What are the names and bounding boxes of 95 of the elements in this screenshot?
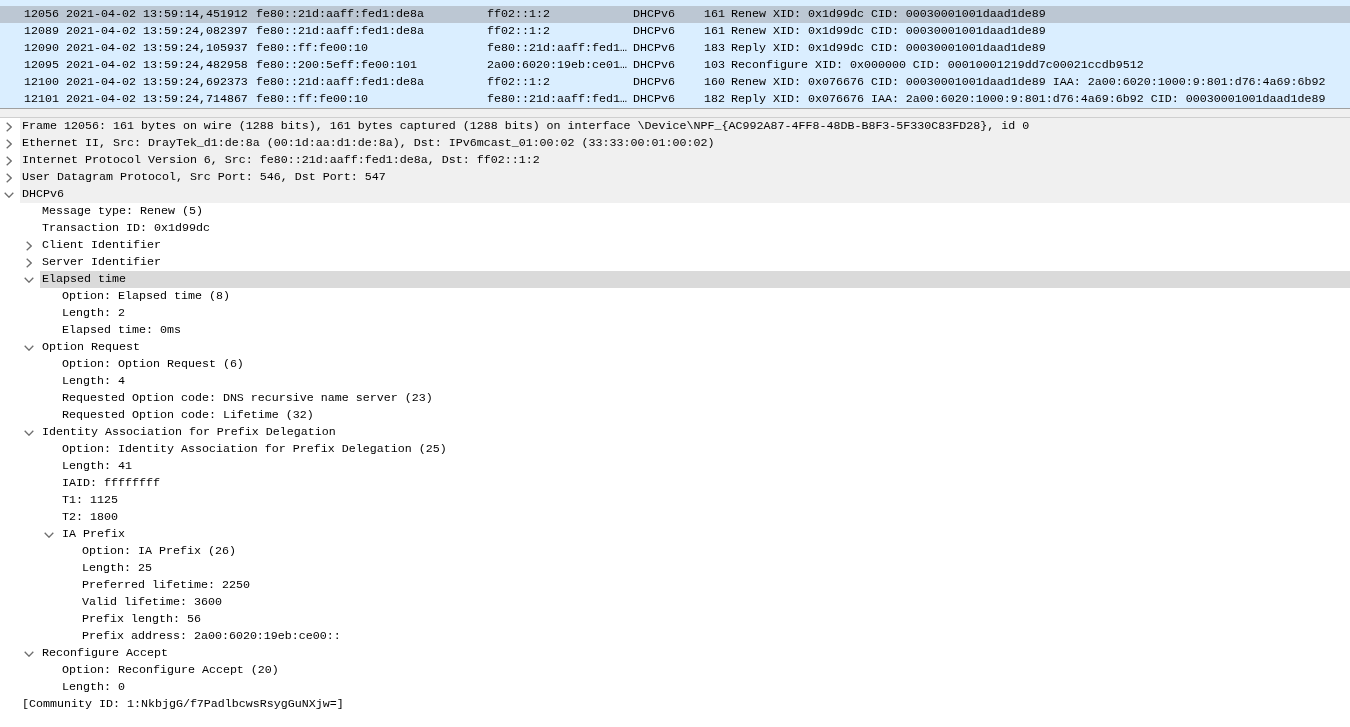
destination-address-text: fe80::21d:aaff:fed1… — [487, 40, 628, 57]
timestamp-text: 2021-04-02 13:59:24,714867 — [66, 91, 249, 108]
destination-address-text: ff02::1:2 — [487, 23, 551, 40]
tree-item[interactable]: Preferred lifetime: 2250 — [80, 577, 252, 594]
packet-number-text: 12101 — [24, 91, 60, 108]
tree-item[interactable]: Option: Reconfigure Accept (20) — [60, 662, 281, 679]
timestamp-text: 2021-04-02 13:59:24,692373 — [66, 74, 249, 91]
destination-address-text: ff02::1:2 — [487, 74, 551, 91]
packet-row[interactable]: 12056 2021-04-02 13:59:14,451912 fe80::21d:aaff:fed1:de8a ff02::1:2 DHCPv6 161 Renew XID: 0x1d99dc CID: 00030001001daad1de89 — [0, 6, 1350, 23]
length-text: 182 — [704, 91, 726, 108]
tree-item[interactable]: Prefix length: 56 — [80, 611, 203, 628]
tree-item[interactable]: Length: 0 — [60, 679, 127, 696]
protocol-text: DHCPv6 — [633, 40, 676, 57]
chevron-right-icon[interactable] — [6, 155, 12, 166]
tree-item[interactable]: Length: 25 — [80, 560, 154, 577]
protocol-tree-item[interactable]: Ethernet II, Src: DrayTek_d1:de:8a (00:1d:aa:d1:de:8a), Dst: IPv6mcast_01:00:02 (33:33:00:01:00:02) — [20, 135, 1350, 152]
tree-item[interactable]: Option Request — [40, 339, 142, 356]
tree-item[interactable]: Requested Option code: DNS recursive name server (23) — [60, 390, 435, 407]
tree-item[interactable]: Option: IA Prefix (26) — [80, 543, 238, 560]
packet-row[interactable]: 12090 2021-04-02 13:59:24,105937 fe80::ff:fe00:10 fe80::21d:aaff:fed1… DHCPv6 183 Reply XID: 0x1d99dc CID: 00030001001daad1de89 — [0, 40, 1350, 57]
tree-item[interactable]: Length: 41 — [60, 458, 134, 475]
tree-item[interactable]: Option: Identity Association for Prefix Delegation (25) — [60, 441, 449, 458]
chevron-right-icon[interactable] — [6, 121, 12, 132]
info-text: Renew XID: 0x1d99dc CID: 00030001001daad1de89 — [731, 23, 1046, 40]
chevron-down-icon[interactable] — [24, 650, 34, 657]
packet-row[interactable]: 12089 2021-04-02 13:59:24,082397 fe80::21d:aaff:fed1:de8a ff02::1:2 DHCPv6 161 Renew XID: 0x1d99dc CID: 00030001001daad1de89 — [0, 23, 1350, 40]
packet-number-text: 12056 — [24, 6, 60, 23]
protocol-text: DHCPv6 — [633, 91, 676, 108]
protocol-text: DHCPv6 — [633, 57, 676, 74]
length-text: 161 — [704, 6, 726, 23]
tree-item[interactable]: Elapsed time — [40, 271, 1350, 288]
destination-address-text: fe80::21d:aaff:fed1… — [487, 91, 628, 108]
packet-row[interactable]: 12095 2021-04-02 13:59:24,482958 fe80::200:5eff:fe00:101 2a00:6020:19eb:ce01… DHCPv6 103 Reconfigure XID: 0x000000 CID: 00010001219dd7c00021ccdb9512 — [0, 57, 1350, 74]
tree-item[interactable]: Option: Elapsed time (8) — [60, 288, 232, 305]
source-address-text: fe80::ff:fe00:10 — [256, 40, 369, 57]
timestamp-text: 2021-04-02 13:59:24,482958 — [66, 57, 249, 74]
tree-item[interactable]: Valid lifetime: 3600 — [80, 594, 224, 611]
tree-item[interactable]: Client Identifier — [40, 237, 163, 254]
chevron-right-icon[interactable] — [26, 240, 32, 251]
source-address-text: fe80::ff:fe00:10 — [256, 91, 369, 108]
length-text: 103 — [704, 57, 726, 74]
tree-item[interactable]: Option: Option Request (6) — [60, 356, 246, 373]
chevron-down-icon[interactable] — [4, 191, 14, 198]
tree-item[interactable]: Length: 2 — [60, 305, 127, 322]
length-text: 183 — [704, 40, 726, 57]
info-text: Reconfigure XID: 0x000000 CID: 00010001219dd7c00021ccdb9512 — [731, 57, 1144, 74]
chevron-down-icon[interactable] — [24, 429, 34, 436]
timestamp-text: 2021-04-02 13:59:24,082397 — [66, 23, 249, 40]
tree-item[interactable]: [Community ID: 1:NkbjgG/f7PadlbcwsRsygGuNXjw=] — [20, 696, 346, 713]
packet-row[interactable]: 12101 2021-04-02 13:59:24,714867 fe80::ff:fe00:10 fe80::21d:aaff:fed1… DHCPv6 182 Reply XID: 0x076676 IAA: 2a00:6020:1000:9:801:d76:4a69:6b92 CID: 00030001001daad1de89 — [0, 91, 1350, 108]
protocol-text: DHCPv6 — [633, 6, 676, 23]
info-text: Renew XID: 0x1d99dc CID: 00030001001daad1de89 — [731, 6, 1046, 23]
info-text: Renew XID: 0x076676 CID: 00030001001daad1de89 IAA: 2a00:6020:1000:9:801:d76:4a69:6b92 — [731, 74, 1326, 91]
protocol-text: DHCPv6 — [633, 23, 676, 40]
length-text: 161 — [704, 23, 726, 40]
protocol-tree-item[interactable]: Internet Protocol Version 6, Src: fe80::21d:aaff:fed1:de8a, Dst: ff02::1:2 — [20, 152, 1350, 169]
chevron-right-icon[interactable] — [26, 257, 32, 268]
tree-item[interactable]: Requested Option code: Lifetime (32) — [60, 407, 316, 424]
tree-item[interactable]: Elapsed time: 0ms — [60, 322, 183, 339]
info-text: Reply XID: 0x076676 IAA: 2a00:6020:1000:9:801:d76:4a69:6b92 CID: 00030001001daad1de89 — [731, 91, 1326, 108]
timestamp-text: 2021-04-02 13:59:14,451912 — [66, 6, 249, 23]
chevron-down-icon[interactable] — [24, 276, 34, 283]
tree-item[interactable]: T1: 1125 — [60, 492, 120, 509]
source-address-text: fe80::21d:aaff:fed1:de8a — [256, 6, 425, 23]
packet-row[interactable]: 12100 2021-04-02 13:59:24,692373 fe80::21d:aaff:fed1:de8a ff02::1:2 DHCPv6 160 Renew XID: 0x076676 CID: 00030001001daad1de89 IAA: 2a00:6020:1000:9:801:d76:4a69:6b92 — [0, 74, 1350, 91]
protocol-tree-item[interactable]: DHCPv6 — [20, 186, 1350, 203]
tree-item[interactable]: Message type: Renew (5) — [40, 203, 205, 220]
tree-item[interactable]: T2: 1800 — [60, 509, 120, 526]
tree-item[interactable]: Server Identifier — [40, 254, 163, 271]
protocol-tree-item[interactable]: User Datagram Protocol, Src Port: 546, Dst Port: 547 — [20, 169, 1350, 186]
tree-item[interactable]: Prefix address: 2a00:6020:19eb:ce00:: — [80, 628, 343, 645]
protocol-tree-item[interactable]: Frame 12056: 161 bytes on wire (1288 bits), 161 bytes captured (1288 bits) on interface \Device\NPF_{AC992A87-4FF8-48DB-B8F3-5F330C83FD28}, id 0 — [20, 118, 1350, 135]
chevron-down-icon[interactable] — [44, 531, 54, 538]
source-address-text: fe80::200:5eff:fe00:101 — [256, 57, 418, 74]
tree-item[interactable]: Reconfigure Accept — [40, 645, 170, 662]
tree-item[interactable]: Transaction ID: 0x1d99dc — [40, 220, 212, 237]
protocol-text: DHCPv6 — [633, 74, 676, 91]
destination-address-text: ff02::1:2 — [487, 6, 551, 23]
timestamp-text: 2021-04-02 13:59:24,105937 — [66, 40, 249, 57]
tree-item[interactable]: IA Prefix — [60, 526, 127, 543]
source-address-text: fe80::21d:aaff:fed1:de8a — [256, 23, 425, 40]
length-text: 160 — [704, 74, 726, 91]
destination-address-text: 2a00:6020:19eb:ce01… — [487, 57, 628, 74]
tree-item[interactable]: IAID: ffffffff — [60, 475, 162, 492]
info-text: Reply XID: 0x1d99dc CID: 00030001001daad1de89 — [731, 40, 1046, 57]
tree-item[interactable]: Length: 4 — [60, 373, 127, 390]
chevron-down-icon[interactable] — [24, 344, 34, 351]
chevron-right-icon[interactable] — [6, 172, 12, 183]
tree-item[interactable]: Identity Association for Prefix Delegation — [40, 424, 338, 441]
source-address-text: fe80::21d:aaff:fed1:de8a — [256, 74, 425, 91]
packet-number-text: 12090 — [24, 40, 60, 57]
packet-number-text: 12089 — [24, 23, 60, 40]
packet-number-text: 12095 — [24, 57, 60, 74]
packet-number-text: 12100 — [24, 74, 60, 91]
chevron-right-icon[interactable] — [6, 138, 12, 149]
